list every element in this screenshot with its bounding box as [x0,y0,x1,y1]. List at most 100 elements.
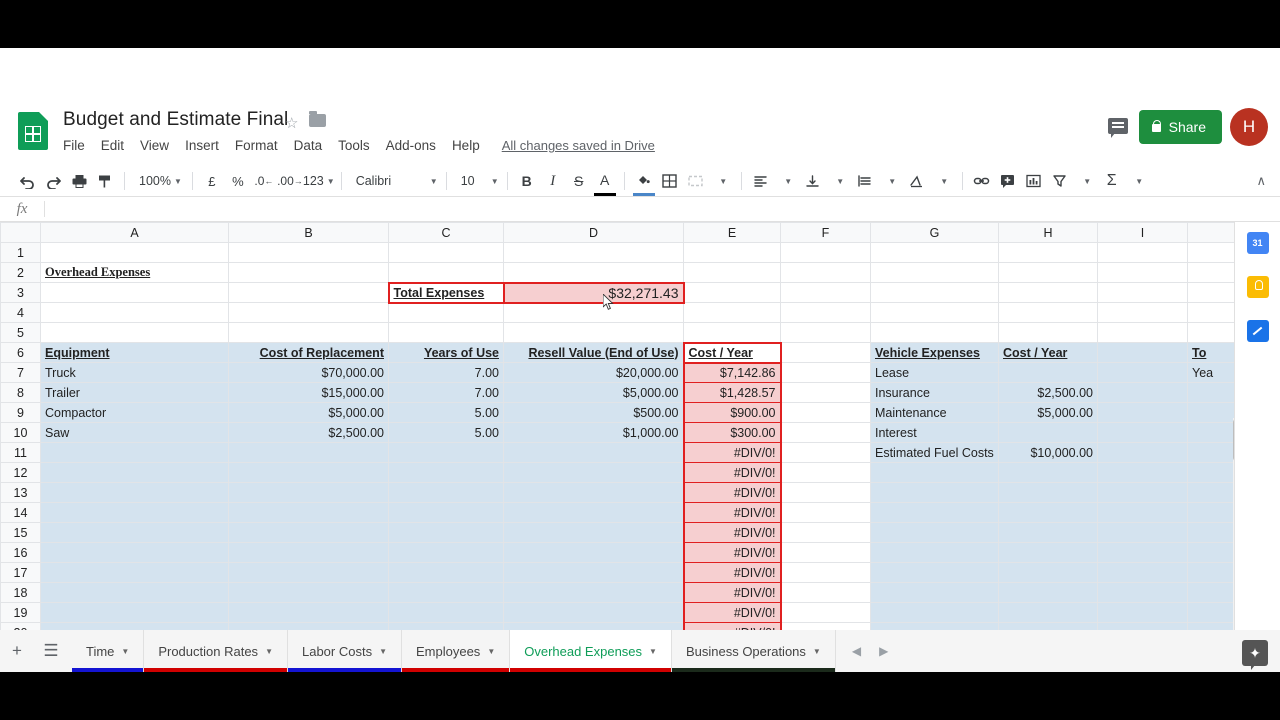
cell-E17[interactable]: #DIV/0! [682,562,782,583]
calendar-icon[interactable]: 31 [1246,232,1269,254]
cell-F6[interactable] [780,342,871,363]
cell-F1[interactable] [780,242,871,263]
cell-A2-overhead-expenses-title[interactable]: Overhead Expenses [40,262,229,283]
cell-G18[interactable] [870,582,999,603]
select-all-corner[interactable] [0,222,41,243]
vertical-align-dropdown-icon[interactable]: ▼ [826,168,852,194]
cell-G15[interactable] [870,522,999,543]
cell-D13[interactable] [503,482,684,503]
vertical-align-icon[interactable] [800,168,826,194]
row-header-15[interactable]: 15 [0,522,41,543]
cell-I17[interactable] [1097,562,1188,583]
cell-F4[interactable] [780,302,871,323]
font-family-selector[interactable]: Calibri ▼ [348,168,440,194]
cell-G1[interactable] [870,242,999,263]
keep-icon[interactable] [1246,276,1269,298]
merge-dropdown-icon[interactable]: ▼ [709,168,735,194]
cell-I6[interactable] [1097,342,1188,363]
collapse-toolbar-icon[interactable]: ∧ [1256,173,1266,189]
cell-D3-total-expenses-value[interactable]: $32,271.43 [502,281,685,304]
cell-I19[interactable] [1097,602,1188,623]
cell-A12[interactable] [40,462,229,483]
cell-H4[interactable] [998,302,1098,323]
cell-B2[interactable] [228,262,389,283]
menu-edit[interactable]: Edit [93,136,132,155]
cell-E16[interactable]: #DIV/0! [682,542,782,563]
print-icon[interactable] [66,168,92,194]
cell-I10[interactable] [1097,422,1188,443]
cell-D17[interactable] [503,562,684,583]
cell-C10[interactable]: 5.00 [388,422,504,443]
cell-D11[interactable] [503,442,684,463]
row-header-3[interactable]: 3 [0,282,41,303]
all-sheets-button[interactable]: ☰ [34,630,68,672]
horizontal-align-icon[interactable] [748,168,774,194]
folder-icon[interactable] [309,111,326,127]
spreadsheet-grid[interactable]: A B C D E F G H I 1 2 Overhead Expenses … [0,222,1280,672]
strikethrough-button[interactable]: S [566,168,592,194]
chevron-down-icon[interactable]: ▼ [265,647,273,656]
cell-F8[interactable] [780,382,871,403]
cell-I7[interactable] [1097,362,1188,383]
cell-C2[interactable] [388,262,504,283]
horizontal-align-dropdown-icon[interactable]: ▼ [774,168,800,194]
cell-B11[interactable] [228,442,389,463]
menu-format[interactable]: Format [227,136,286,155]
cell-C13[interactable] [388,482,504,503]
cell-B14[interactable] [228,502,389,523]
cell-H10[interactable] [998,422,1098,443]
prev-sheet-icon[interactable]: ◀ [852,644,861,658]
menu-data[interactable]: Data [286,136,331,155]
row-header-16[interactable]: 16 [0,542,41,563]
undo-icon[interactable] [14,168,40,194]
cell-F19[interactable] [780,602,871,623]
row-header-19[interactable]: 19 [0,602,41,623]
cell-D10[interactable]: $1,000.00 [503,422,684,443]
cell-G3[interactable] [870,282,999,303]
cell-I9[interactable] [1097,402,1188,423]
cell-H17[interactable] [998,562,1098,583]
cell-A8[interactable]: Trailer [40,382,229,403]
cell-G4[interactable] [870,302,999,323]
zoom-selector[interactable]: 100% ▼ [131,168,186,194]
cell-D12[interactable] [503,462,684,483]
menu-help[interactable]: Help [444,136,488,155]
borders-icon[interactable] [657,168,683,194]
avatar[interactable]: H [1230,108,1268,146]
save-status[interactable]: All changes saved in Drive [502,138,655,153]
menu-tools[interactable]: Tools [330,136,378,155]
tasks-icon[interactable] [1246,320,1269,342]
cell-A13[interactable] [40,482,229,503]
row-header-18[interactable]: 18 [0,582,41,603]
cell-F7[interactable] [780,362,871,383]
column-header-B[interactable]: B [228,222,389,243]
cell-B17[interactable] [228,562,389,583]
merge-cells-icon[interactable] [683,168,709,194]
functions-icon[interactable]: Σ [1099,168,1125,194]
cell-G6-vehicle-expenses-header[interactable]: Vehicle Expenses [870,342,999,363]
cell-C16[interactable] [388,542,504,563]
sheet-tab-time[interactable]: Time ▼ [72,630,145,672]
cell-F5[interactable] [780,322,871,343]
cell-E8[interactable]: $1,428.57 [682,382,782,403]
cell-H14[interactable] [998,502,1098,523]
cell-B9[interactable]: $5,000.00 [228,402,389,423]
cell-F12[interactable] [780,462,871,483]
cell-C19[interactable] [388,602,504,623]
cell-B8[interactable]: $15,000.00 [228,382,389,403]
cell-D5[interactable] [503,322,684,343]
cell-E11[interactable]: #DIV/0! [682,442,782,463]
row-header-1[interactable]: 1 [0,242,41,263]
cell-C7[interactable]: 7.00 [388,362,504,383]
row-header-8[interactable]: 8 [0,382,41,403]
column-header-F[interactable]: F [780,222,871,243]
text-color-button[interactable]: A [592,168,618,196]
currency-format-button[interactable]: £ [199,168,225,194]
chevron-down-icon[interactable]: ▼ [649,647,657,656]
cell-F15[interactable] [780,522,871,543]
fill-color-icon[interactable] [631,168,657,196]
cell-E10[interactable]: $300.00 [682,422,782,443]
cell-F2[interactable] [780,262,871,283]
cell-H7[interactable] [998,362,1098,383]
comment-icon[interactable] [1108,118,1128,138]
